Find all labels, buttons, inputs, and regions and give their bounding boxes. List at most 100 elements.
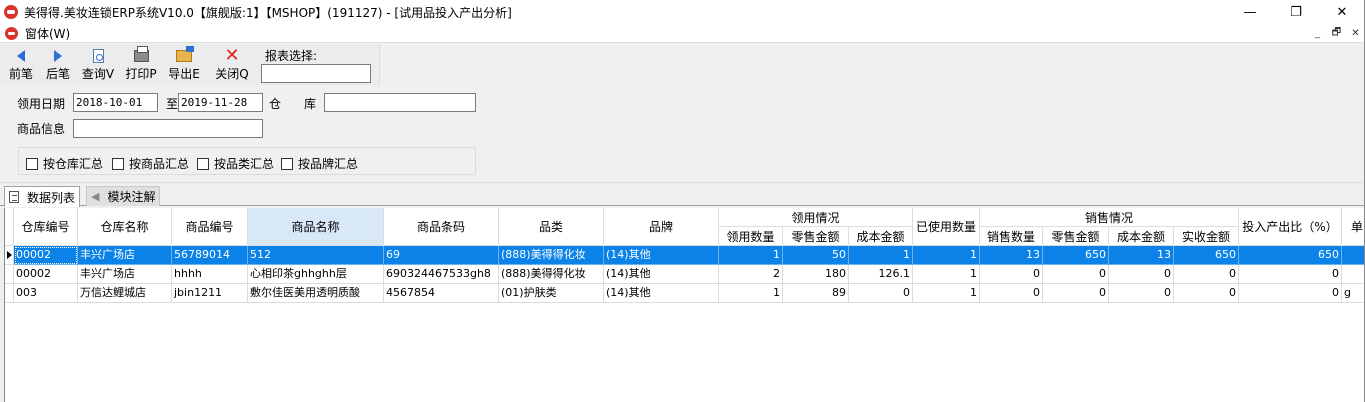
- table-cell[interactable]: (888)美得得化妆: [499, 246, 604, 265]
- table-cell[interactable]: 13: [1109, 246, 1174, 265]
- table-cell[interactable]: (888)美得得化妆: [499, 265, 604, 284]
- table-cell[interactable]: (01)护肤类: [499, 284, 604, 303]
- table-cell[interactable]: 丰兴广场店: [78, 265, 172, 284]
- tab-module-notes[interactable]: ◀ 模块注解: [86, 186, 161, 206]
- table-cell[interactable]: 650: [1043, 246, 1109, 265]
- table-cell[interactable]: 0: [1109, 265, 1174, 284]
- table-cell[interactable]: hhhh: [172, 265, 248, 284]
- header-use-qty[interactable]: 领用数量: [719, 227, 783, 246]
- table-cell[interactable]: 650: [1174, 246, 1239, 265]
- checkbox-by-product[interactable]: 按商品汇总: [112, 155, 189, 172]
- table-cell[interactable]: 0: [1174, 284, 1239, 303]
- row-indicator[interactable]: [5, 284, 14, 303]
- header-use-retail[interactable]: 零售金额: [783, 227, 849, 246]
- mdi-restore-button[interactable]: 🗗: [1329, 25, 1344, 42]
- table-cell[interactable]: 万信达鲤城店: [78, 284, 172, 303]
- header-sale-retail[interactable]: 零售金额: [1043, 227, 1109, 246]
- query-button[interactable]: 查询V: [80, 46, 116, 86]
- table-cell[interactable]: 1: [719, 246, 783, 265]
- table-row[interactable]: 003 万信达鲤城店 jbin1211 敷尔佳医美用透明质酸 4567854 (01)护肤…: [5, 284, 1365, 303]
- table-cell[interactable]: 89: [783, 284, 849, 303]
- header-warehouse-code[interactable]: 仓库编号: [14, 208, 78, 246]
- header-unit[interactable]: 单: [1342, 208, 1365, 246]
- date-from-input[interactable]: 2018-10-01: [73, 93, 158, 112]
- table-cell[interactable]: 690324467533gh8: [384, 265, 499, 284]
- print-button[interactable]: 打印P: [124, 46, 158, 86]
- mdi-app-icon[interactable]: [5, 26, 18, 40]
- table-cell[interactable]: 50: [783, 246, 849, 265]
- header-product-code[interactable]: 商品编号: [172, 208, 248, 246]
- export-button[interactable]: 导出E: [166, 46, 202, 86]
- table-cell[interactable]: 0: [1174, 265, 1239, 284]
- checkbox-by-category[interactable]: 按品类汇总: [197, 155, 274, 172]
- table-cell[interactable]: 1: [913, 246, 980, 265]
- table-cell[interactable]: 0: [1239, 284, 1342, 303]
- header-sale-cost[interactable]: 成本金额: [1109, 227, 1174, 246]
- header-ratio[interactable]: 投入产出比（%）: [1239, 208, 1342, 246]
- checkbox-box[interactable]: [197, 157, 209, 170]
- prev-button[interactable]: 前笔: [6, 46, 36, 86]
- table-cell[interactable]: 0: [1239, 265, 1342, 284]
- checkbox-box[interactable]: [112, 157, 124, 170]
- table-cell[interactable]: 126.1: [849, 265, 913, 284]
- checkbox-box[interactable]: [26, 157, 38, 170]
- table-cell[interactable]: [1342, 265, 1365, 284]
- table-cell[interactable]: jbin1211: [172, 284, 248, 303]
- minimize-button[interactable]: —: [1227, 0, 1273, 24]
- row-indicator[interactable]: [5, 265, 14, 284]
- table-cell[interactable]: 56789014: [172, 246, 248, 265]
- header-warehouse-name[interactable]: 仓库名称: [78, 208, 172, 246]
- table-cell[interactable]: 0: [849, 284, 913, 303]
- table-row[interactable]: 00002 丰兴广场店 hhhh 心相印茶ghhghh层 690324467533gh8…: [5, 265, 1365, 284]
- table-cell[interactable]: g: [1342, 284, 1365, 303]
- table-cell[interactable]: 0: [980, 284, 1043, 303]
- header-used-qty[interactable]: 已使用数量: [913, 208, 980, 246]
- table-cell[interactable]: 13: [980, 246, 1043, 265]
- product-info-input[interactable]: [73, 119, 263, 138]
- next-button[interactable]: 后笔: [43, 46, 73, 86]
- header-product-name[interactable]: 商品名称: [248, 208, 384, 246]
- checkbox-box[interactable]: [281, 157, 293, 170]
- table-cell[interactable]: (14)其他: [604, 265, 719, 284]
- table-cell[interactable]: 1: [719, 284, 783, 303]
- table-cell[interactable]: 69: [384, 246, 499, 265]
- header-brand[interactable]: 品牌: [604, 208, 719, 246]
- mdi-close-button[interactable]: ✕: [1348, 28, 1363, 39]
- table-cell[interactable]: 丰兴广场店: [78, 246, 172, 265]
- report-select-input[interactable]: [261, 64, 371, 83]
- table-cell[interactable]: (14)其他: [604, 246, 719, 265]
- warehouse-input[interactable]: [324, 93, 476, 112]
- table-cell[interactable]: 00002: [14, 246, 78, 265]
- header-barcode[interactable]: 商品条码: [384, 208, 499, 246]
- row-indicator[interactable]: [5, 246, 14, 265]
- header-sale-qty[interactable]: 销售数量: [980, 227, 1043, 246]
- table-cell[interactable]: (14)其他: [604, 284, 719, 303]
- table-cell[interactable]: [1342, 246, 1365, 265]
- table-cell[interactable]: 180: [783, 265, 849, 284]
- table-cell[interactable]: 1: [849, 246, 913, 265]
- close-button[interactable]: ✕ 关闭Q: [214, 46, 250, 86]
- mdi-minimize-button[interactable]: _: [1310, 28, 1325, 39]
- table-cell[interactable]: 4567854: [384, 284, 499, 303]
- table-cell[interactable]: 00002: [14, 265, 78, 284]
- table-cell[interactable]: 0: [980, 265, 1043, 284]
- tab-data-list[interactable]: 数据列表: [4, 186, 81, 207]
- header-received[interactable]: 实收金额: [1174, 227, 1239, 246]
- header-use-cost[interactable]: 成本金额: [849, 227, 913, 246]
- checkbox-by-warehouse[interactable]: 按仓库汇总: [26, 155, 103, 172]
- table-cell[interactable]: 1: [913, 284, 980, 303]
- table-cell[interactable]: 0: [1109, 284, 1174, 303]
- table-cell[interactable]: 512: [248, 246, 384, 265]
- table-cell[interactable]: 心相印茶ghhghh层: [248, 265, 384, 284]
- date-to-input[interactable]: 2019-11-28: [178, 93, 263, 112]
- header-category[interactable]: 品类: [499, 208, 604, 246]
- table-cell[interactable]: 1: [913, 265, 980, 284]
- table-cell[interactable]: 0: [1043, 265, 1109, 284]
- maximize-button[interactable]: ❐: [1273, 0, 1319, 24]
- table-cell[interactable]: 敷尔佳医美用透明质酸: [248, 284, 384, 303]
- menu-window[interactable]: 窗体(W): [25, 25, 70, 42]
- checkbox-by-brand[interactable]: 按品牌汇总: [281, 155, 358, 172]
- table-cell[interactable]: 0: [1043, 284, 1109, 303]
- table-row[interactable]: 00002 丰兴广场店 56789014 512 69 (888)美得得化妆 (14)其他 1…: [5, 246, 1365, 265]
- table-cell[interactable]: 2: [719, 265, 783, 284]
